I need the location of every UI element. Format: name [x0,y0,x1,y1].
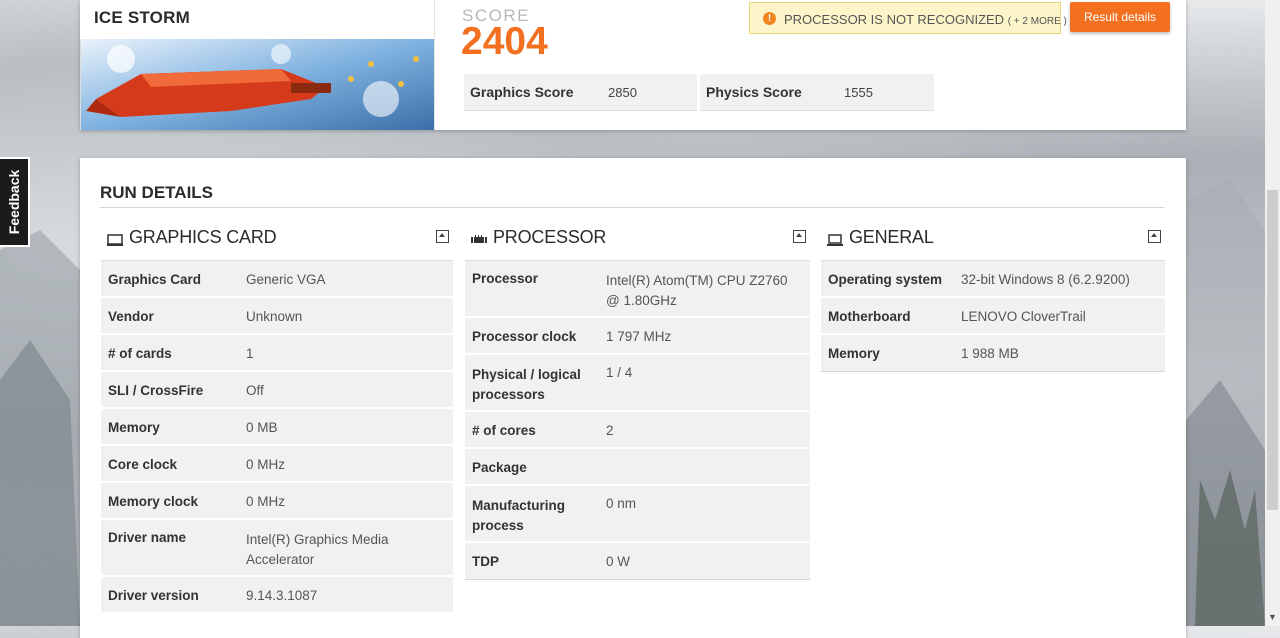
table-row: Physical / logical processors 1 / 4 [465,355,810,412]
section-header: GENERAL [821,226,1165,260]
table-row: Processor Intel(R) Atom(TM) CPU Z2760 @ … [465,261,810,318]
table-row: TDP 0 W [465,543,810,580]
test-title: ICE STORM [94,8,190,27]
table-row: Manufacturing process 0 nm [465,486,810,543]
warning-more-link[interactable]: ( + 2 MORE ) [1008,16,1067,27]
cpu-icon [471,235,487,243]
section-title: PROCESSOR [493,227,607,247]
result-details-button[interactable]: Result details [1070,2,1170,32]
divider [434,0,435,130]
laptop-icon [827,234,843,246]
table-row: Core clock 0 MHz [101,446,453,483]
table-row: SLI / CrossFire Off [101,372,453,409]
feedback-tab[interactable]: Feedback [0,157,30,247]
ice-storm-thumbnail [80,39,435,130]
physics-score-label: Physics Score [706,84,802,100]
collapse-button[interactable] [436,230,449,243]
warning-text: PROCESSOR IS NOT RECOGNIZED [784,12,1005,27]
warning-icon: ! [763,12,776,25]
general-section: GENERAL Operating system 32-bit Windows … [821,226,1165,372]
table-row: Vendor Unknown [101,298,453,335]
processor-section: PROCESSOR Processor Intel(R) Atom(TM) CP… [465,226,810,580]
overall-score: 2404 [461,20,548,63]
run-details-card: RUN DETAILS GRAPHICS CARD Graphics Card … [80,158,1186,638]
table-row: Memory clock 0 MHz [101,483,453,520]
section-title: GRAPHICS CARD [129,227,277,247]
graphics-score-box: Graphics Score 2850 [464,74,697,111]
section-title: GENERAL [849,227,934,247]
table-row: Memory 1 988 MB [821,335,1165,372]
table-row: Graphics Card Generic VGA [101,261,453,298]
processor-warning[interactable]: ! PROCESSOR IS NOT RECOGNIZED ( + 2 MORE… [749,2,1067,34]
section-header: GRAPHICS CARD [101,226,453,260]
table-row: Memory 0 MB [101,409,453,446]
table-row: Driver version 9.14.3.1087 [101,577,453,614]
physics-score-value: 1555 [844,85,873,100]
graphics-score-value: 2850 [608,85,637,100]
table-row: # of cores 2 [465,412,810,449]
collapse-button[interactable] [1148,230,1161,243]
table-row: Motherboard LENOVO CloverTrail [821,298,1165,335]
section-header: PROCESSOR [465,226,810,260]
table-row: Driver name Intel(R) Graphics Media Acce… [101,520,453,577]
graphics-score-label: Graphics Score [470,84,574,100]
run-details-title: RUN DETAILS [100,183,214,202]
table-row: Processor clock 1 797 MHz [465,318,810,355]
graphics-card-table: Graphics Card Generic VGA Vendor Unknown… [101,260,453,614]
processor-table: Processor Intel(R) Atom(TM) CPU Z2760 @ … [465,260,810,580]
table-row: # of cards 1 [101,335,453,372]
scrollbar-thumb[interactable] [1267,190,1278,510]
divider [100,207,1164,208]
page-scrollbar[interactable]: ▼ [1265,0,1280,626]
monitor-icon [107,234,123,246]
scroll-down-icon[interactable]: ▼ [1268,612,1277,622]
feedback-label: Feedback [6,169,22,235]
collapse-button[interactable] [793,230,806,243]
general-table: Operating system 32-bit Windows 8 (6.2.9… [821,260,1165,372]
table-row: Package [465,449,810,486]
table-row: Operating system 32-bit Windows 8 (6.2.9… [821,261,1165,298]
physics-score-box: Physics Score 1555 [700,74,934,111]
graphics-card-section: GRAPHICS CARD Graphics Card Generic VGA … [101,226,453,614]
